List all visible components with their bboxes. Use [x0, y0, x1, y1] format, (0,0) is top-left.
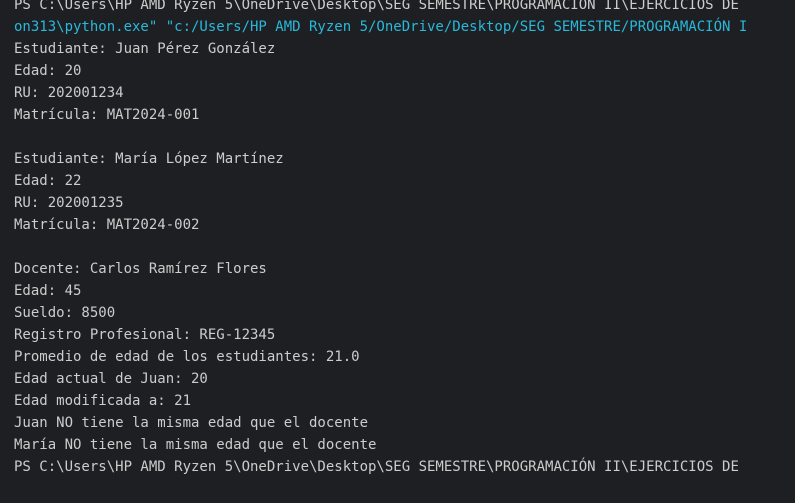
output-line-student-age: Edad: 20 — [14, 63, 82, 79]
output-line-student-enrollment: Matrícula: MAT2024-001 — [14, 107, 200, 123]
output-line-teacher-registry: Registro Profesional: REG-12345 — [14, 327, 276, 343]
output-line-teacher-name: Docente: Carlos Ramírez Flores — [14, 261, 267, 277]
output-line-comparison: Juan NO tiene la misma edad que el docen… — [14, 415, 369, 431]
output-line-modified-age: Edad modificada a: 21 — [14, 393, 192, 409]
output-line-teacher-salary: Sueldo: 8500 — [14, 305, 116, 321]
output-line-current-age: Edad actual de Juan: 20 — [14, 371, 208, 387]
output-line-average-age: Promedio de edad de los estudiantes: 21.… — [14, 349, 360, 365]
terminal-prompt-line: PS C:\Users\HP AMD Ryzen 5\OneDrive\Desk… — [14, 459, 739, 475]
output-line-student-ru: RU: 202001235 — [14, 195, 124, 211]
output-line-comparison: María NO tiene la misma edad que el doce… — [14, 437, 377, 453]
output-line-student-name: Estudiante: María López Martínez — [14, 151, 284, 167]
terminal-panel[interactable]: PS C:\Users\HP AMD Ryzen 5\OneDrive\Desk… — [0, 0, 795, 503]
output-line-student-enrollment: Matrícula: MAT2024-002 — [14, 217, 200, 233]
output-line-student-ru: RU: 202001234 — [14, 85, 124, 101]
terminal-output[interactable]: PS C:\Users\HP AMD Ryzen 5\OneDrive\Desk… — [14, 0, 795, 478]
output-line-student-age: Edad: 22 — [14, 173, 82, 189]
terminal-prompt-line: PS C:\Users\HP AMD Ryzen 5\OneDrive\Desk… — [14, 0, 739, 13]
terminal-command-line: on313\python.exe" "c:/Users/HP AMD Ryzen… — [14, 19, 748, 35]
output-line-student-name: Estudiante: Juan Pérez González — [14, 41, 276, 57]
output-line-teacher-age: Edad: 45 — [14, 283, 82, 299]
